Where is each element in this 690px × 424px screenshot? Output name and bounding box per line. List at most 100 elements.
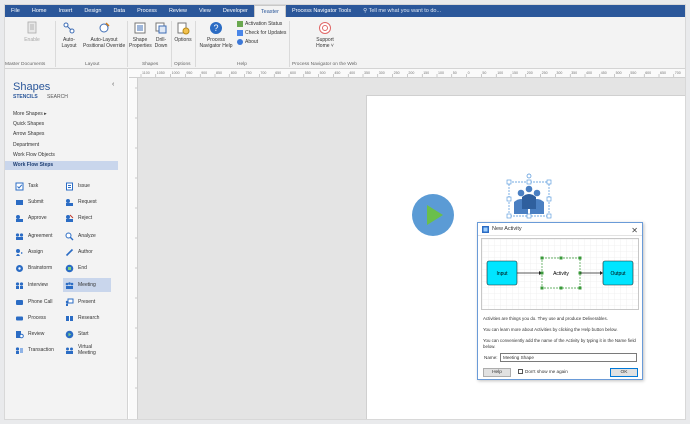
master-label: Author xyxy=(78,249,93,255)
ruler-tick-label: 650 xyxy=(275,71,281,75)
ok-button[interactable]: OK xyxy=(610,368,638,377)
tab-process[interactable]: Process xyxy=(131,5,163,17)
stencil-department[interactable]: Department xyxy=(5,141,118,150)
master-submit[interactable]: Submit xyxy=(15,195,44,209)
activity-label: Activity xyxy=(553,271,569,277)
stencil-more-shapes[interactable]: More Shapes ▸ xyxy=(5,110,118,119)
auto-layout-override-button[interactable]: Auto-Layout Positional Override xyxy=(83,21,125,49)
activation-status-button[interactable]: Activation Status xyxy=(237,21,282,27)
master-brainstorm[interactable]: Brainstorm xyxy=(15,261,52,275)
ruler-tick-label: 900 xyxy=(201,71,207,75)
tab-process-navigator-tools[interactable]: Process Navigator Tools xyxy=(286,5,357,17)
ruler-tick-label: 700 xyxy=(260,71,266,75)
master-label: Task xyxy=(28,183,39,189)
tab-data[interactable]: Data xyxy=(107,5,131,17)
master-label: Approve xyxy=(28,215,47,221)
group-label-web: Process Navigator on the Web xyxy=(292,62,357,67)
people-icon xyxy=(514,185,544,214)
tab-design[interactable]: Design xyxy=(78,5,107,17)
stencils-tab[interactable]: STENCILS xyxy=(13,94,38,100)
approve-icon xyxy=(16,214,23,222)
master-label: Analyze xyxy=(78,233,96,239)
master-issue[interactable]: Issue xyxy=(65,179,90,193)
tab-review[interactable]: Review xyxy=(163,5,193,17)
start-icon xyxy=(65,330,74,338)
about-button[interactable]: About xyxy=(237,39,258,45)
support-home-button[interactable]: Support Home ˅ xyxy=(305,21,345,49)
ruler-tick-label: 200 xyxy=(408,71,414,75)
master-transaction[interactable]: Transaction xyxy=(15,343,54,357)
name-label: Name: xyxy=(484,355,498,360)
refresh-icon xyxy=(237,30,243,36)
tab-home[interactable]: Home xyxy=(26,5,53,17)
ruler-tick-label: 350 xyxy=(571,71,577,75)
tell-me-box[interactable]: ⚲ Tell me what you want to do... xyxy=(363,8,441,14)
key-icon xyxy=(237,21,243,27)
activity-diagram: Input Activity Output xyxy=(481,238,639,310)
master-agreement[interactable]: Agreement xyxy=(15,229,52,243)
check-for-updates-label: Check for Updates xyxy=(245,30,287,36)
start-shape[interactable] xyxy=(411,193,455,237)
master-research[interactable]: Research xyxy=(65,311,99,325)
master-approve[interactable]: Approve xyxy=(15,211,47,225)
drill-down-label: Drill- Down xyxy=(154,37,168,49)
rotate-handle[interactable] xyxy=(526,173,532,179)
drill-down-button[interactable]: Drill- Down xyxy=(152,21,170,49)
meeting-shape-selected[interactable] xyxy=(501,173,559,223)
agreement-icon xyxy=(15,232,24,240)
master-author[interactable]: Author xyxy=(65,245,93,259)
ruler-tick-label: 400 xyxy=(586,71,592,75)
group-label-shapes: Shapes xyxy=(142,62,159,67)
tell-me-text: Tell me what you want to do... xyxy=(368,8,442,14)
ruler-tick-label: 250 xyxy=(542,71,548,75)
request-icon xyxy=(66,198,73,206)
ruler-tick-label: 550 xyxy=(630,71,636,75)
collapse-panel-button[interactable]: ‹ xyxy=(112,81,114,88)
tab-developer[interactable]: Developer xyxy=(217,5,254,17)
support-home-label: Support Home ˅ xyxy=(316,37,334,49)
check-for-updates-button[interactable]: Check for Updates xyxy=(237,30,286,36)
enable-button[interactable]: Enable xyxy=(17,21,47,43)
master-analyze[interactable]: Analyze xyxy=(65,229,96,243)
tab-view[interactable]: View xyxy=(193,5,217,17)
master-assign[interactable]: Assign xyxy=(15,245,43,259)
name-input[interactable]: Meeting Shape xyxy=(500,353,637,362)
master-task[interactable]: Task xyxy=(15,179,38,193)
meeting-icon xyxy=(65,281,74,289)
ruler-tick-label: 0 xyxy=(468,71,470,75)
process-navigator-help-button[interactable]: ? Process Navigator Help xyxy=(197,21,235,49)
master-process[interactable]: Process xyxy=(15,311,46,325)
help-button[interactable]: Help xyxy=(483,368,511,377)
tab-file[interactable]: File xyxy=(5,5,26,17)
master-phone-call[interactable]: Phone Call xyxy=(15,295,52,309)
master-label: End xyxy=(78,265,87,271)
master-end[interactable]: End xyxy=(65,261,87,275)
auto-layout-button[interactable]: Auto- Layout xyxy=(58,21,80,49)
tab-insert[interactable]: Insert xyxy=(53,5,79,17)
stencil-work-flow-steps[interactable]: Work Flow Steps xyxy=(5,161,118,170)
drill-down-icon xyxy=(155,22,167,34)
ruler-tick-label: 250 xyxy=(394,71,400,75)
options-button[interactable]: Options xyxy=(173,21,193,43)
stencil-arrow-shapes[interactable]: Arrow Shapes xyxy=(5,130,118,139)
master-start[interactable]: Start xyxy=(65,327,89,341)
master-meeting[interactable]: Meeting xyxy=(63,278,111,292)
master-label: Assign xyxy=(28,249,44,255)
override-icon xyxy=(99,22,110,33)
shape-properties-button[interactable]: Shape Properties xyxy=(129,21,152,49)
tab-teaster[interactable]: Teaster xyxy=(253,5,286,17)
master-present[interactable]: Present xyxy=(65,295,95,309)
close-icon[interactable]: ✕ xyxy=(631,224,638,237)
master-interview[interactable]: Interview xyxy=(15,278,48,292)
ruler-tick-label: 150 xyxy=(423,71,429,75)
virtual-meeting-icon xyxy=(66,347,73,354)
master-virtual-meeting[interactable]: Virtual Meeting xyxy=(65,341,96,359)
search-tab[interactable]: SEARCH xyxy=(47,94,68,100)
master-reject[interactable]: Reject xyxy=(65,211,92,225)
master-review[interactable]: Review xyxy=(15,327,44,341)
master-request[interactable]: Request xyxy=(65,195,97,209)
stencil-work-flow-objects[interactable]: Work Flow Objects xyxy=(5,151,118,160)
dont-show-checkbox[interactable]: Don't show me again xyxy=(518,369,568,374)
input-label: Input xyxy=(496,271,508,277)
stencil-quick-shapes[interactable]: Quick Shapes xyxy=(5,120,118,129)
